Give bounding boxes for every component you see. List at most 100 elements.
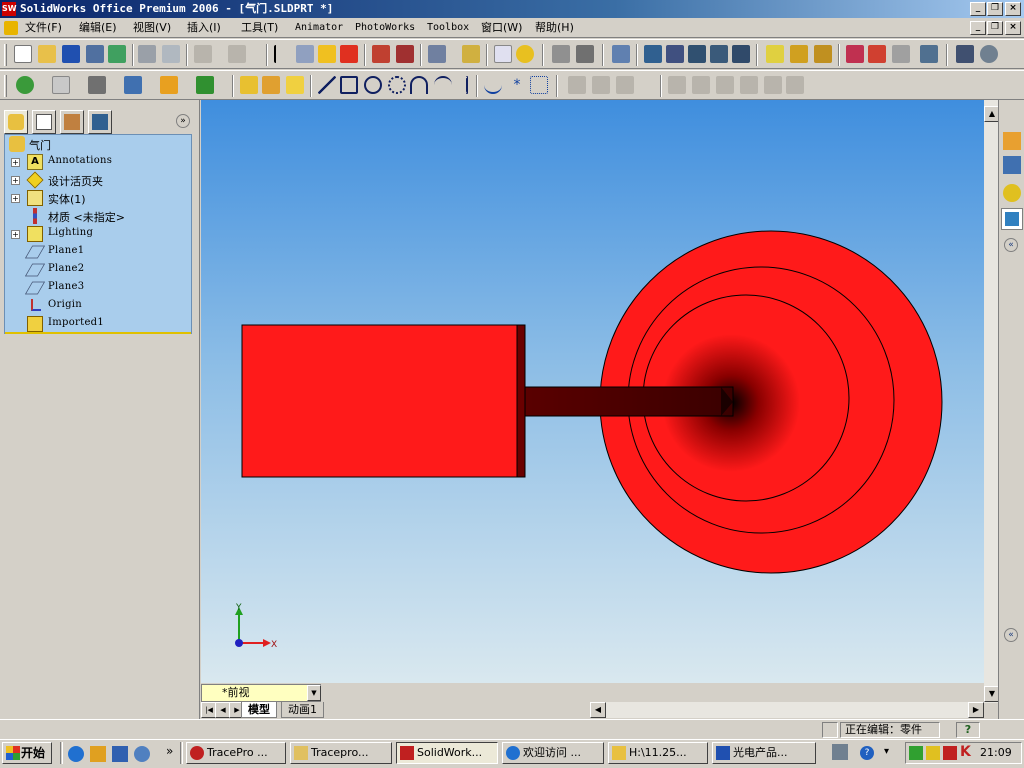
- three-point-arc-icon[interactable]: [434, 76, 452, 94]
- task-button-tracepro[interactable]: TracePro ...: [186, 742, 286, 764]
- mirror-entities-icon[interactable]: [568, 76, 586, 94]
- tab-photoworks[interactable]: [88, 110, 112, 134]
- menu-help[interactable]: 帮助(H): [532, 20, 577, 36]
- help-icon[interactable]: [516, 45, 534, 63]
- menu-photoworks[interactable]: PhotoWorks: [352, 20, 418, 36]
- graphics-area[interactable]: Y X: [201, 100, 984, 683]
- new-document-icon[interactable]: [14, 45, 32, 63]
- scroll-right-button[interactable]: ▶: [968, 702, 984, 718]
- model-canvas[interactable]: Y X: [201, 100, 984, 683]
- tray-k-icon[interactable]: K: [960, 744, 974, 762]
- file-explorer-icon[interactable]: [1003, 184, 1021, 202]
- quicklaunch-icon[interactable]: [90, 746, 106, 762]
- doc-restore-button[interactable]: ❐: [987, 21, 1003, 35]
- display-style-icon[interactable]: [52, 76, 70, 94]
- menu-toolbox[interactable]: Toolbox: [424, 20, 472, 36]
- centerline-icon[interactable]: [466, 76, 468, 94]
- expand-icon[interactable]: +: [11, 176, 20, 185]
- animation-record-icon[interactable]: [790, 45, 808, 63]
- redo-icon[interactable]: [228, 45, 246, 63]
- tree-item-design-binder[interactable]: + 设计活页夹: [5, 171, 191, 189]
- select-other-icon[interactable]: [296, 45, 314, 63]
- photoworks-material-icon[interactable]: [710, 45, 728, 63]
- toolbox-browser-icon[interactable]: [868, 45, 886, 63]
- select-cursor-icon[interactable]: [274, 45, 292, 63]
- task-button-tracepro-image[interactable]: Tracepro...: [290, 742, 392, 764]
- doc-minimize-button[interactable]: _: [970, 21, 986, 35]
- copy-entities-icon[interactable]: [786, 76, 804, 94]
- search-tab-icon[interactable]: [1001, 208, 1023, 230]
- horizontal-scrollbar[interactable]: ◀ ▶: [590, 702, 984, 718]
- toolbox-config-icon[interactable]: [846, 45, 864, 63]
- animation-play-icon[interactable]: [814, 45, 832, 63]
- collapse-task-pane-icon[interactable]: «: [1004, 628, 1018, 642]
- app-icon[interactable]: SW: [2, 2, 17, 16]
- toolbox-settings-icon[interactable]: [892, 45, 910, 63]
- expand-task-pane-icon[interactable]: «: [1004, 238, 1018, 252]
- rotate-entities-icon[interactable]: [764, 76, 782, 94]
- tree-root[interactable]: 气门: [5, 135, 191, 153]
- tab-feature-manager[interactable]: [4, 110, 28, 134]
- expand-icon[interactable]: +: [11, 158, 20, 167]
- menu-tools[interactable]: 工具(T): [238, 20, 281, 36]
- tree-item-plane3[interactable]: Plane3: [5, 279, 191, 297]
- ie-quicklaunch-icon[interactable]: [68, 746, 84, 762]
- desktop-quicklaunch-icon[interactable]: [112, 746, 128, 762]
- photoworks-decal-icon[interactable]: [732, 45, 750, 63]
- make-assembly-icon[interactable]: [108, 45, 126, 63]
- tree-item-imported1[interactable]: Imported1: [5, 315, 191, 333]
- scroll-left-button[interactable]: ◀: [590, 702, 606, 718]
- help-tray-icon[interactable]: ?: [860, 746, 874, 760]
- trim-entities-icon[interactable]: [668, 76, 686, 94]
- measure-icon[interactable]: [956, 45, 974, 63]
- options-grid-icon[interactable]: [372, 45, 390, 63]
- expand-icon[interactable]: +: [11, 194, 20, 203]
- render-icon[interactable]: [612, 45, 630, 63]
- menu-view[interactable]: 视图(V): [130, 20, 174, 36]
- sketch-icon[interactable]: [318, 45, 336, 63]
- toolbar-grip[interactable]: [4, 75, 7, 97]
- fillet-sketch-icon[interactable]: [592, 76, 610, 94]
- tree-item-annotations[interactable]: + A Annotations: [5, 153, 191, 171]
- doc-close-button[interactable]: ×: [1005, 21, 1021, 35]
- properties-icon[interactable]: [494, 45, 512, 63]
- menu-file[interactable]: 文件(F): [22, 20, 65, 36]
- collapse-panel-icon[interactable]: »: [176, 114, 190, 128]
- point-icon[interactable]: *: [508, 76, 526, 94]
- animation-wizard-icon[interactable]: [766, 45, 784, 63]
- simulation-icon[interactable]: [552, 45, 570, 63]
- menu-edit[interactable]: 编辑(E): [76, 20, 120, 36]
- photoworks-scene-icon[interactable]: [688, 45, 706, 63]
- smart-dimension-icon[interactable]: [286, 76, 304, 94]
- tab-model[interactable]: 模型: [241, 702, 277, 718]
- spline-icon[interactable]: [484, 76, 502, 94]
- minimize-button[interactable]: _: [970, 2, 986, 16]
- print-icon[interactable]: [138, 45, 156, 63]
- photoworks-render-icon[interactable]: [644, 45, 662, 63]
- sketch-mode-icon[interactable]: [240, 76, 258, 94]
- start-button[interactable]: 开始: [2, 742, 52, 764]
- menu-window[interactable]: 窗口(W): [478, 20, 525, 36]
- open-folder-icon[interactable]: [38, 45, 56, 63]
- save-icon[interactable]: [62, 45, 80, 63]
- menu-insert[interactable]: 插入(I): [184, 20, 224, 36]
- print-preview-icon[interactable]: [162, 45, 180, 63]
- tree-item-solid-bodies[interactable]: + 实体(1): [5, 189, 191, 207]
- centerpoint-arc-icon[interactable]: [388, 76, 406, 94]
- tree-item-material[interactable]: 材质 <未指定>: [5, 207, 191, 225]
- circle-tool-icon[interactable]: [364, 76, 382, 94]
- task-button-browser[interactable]: 欢迎访问 ...: [502, 742, 604, 764]
- quicklaunch-more-icon[interactable]: »: [166, 744, 173, 758]
- photoworks-options-icon[interactable]: [666, 45, 684, 63]
- section-view-icon[interactable]: [124, 76, 142, 94]
- tab-property-manager[interactable]: [32, 110, 56, 134]
- tray-app-icon[interactable]: [909, 746, 923, 760]
- move-entities-icon[interactable]: [740, 76, 758, 94]
- view-orientation-icon[interactable]: [16, 76, 34, 94]
- toolbox-icon[interactable]: [428, 45, 446, 63]
- view-dropdown-arrow-icon[interactable]: ▼: [307, 685, 321, 701]
- tree-item-origin[interactable]: Origin: [5, 297, 191, 315]
- tree-item-plane2[interactable]: Plane2: [5, 261, 191, 279]
- restore-button[interactable]: ❐: [987, 2, 1003, 16]
- expand-icon[interactable]: +: [11, 230, 20, 239]
